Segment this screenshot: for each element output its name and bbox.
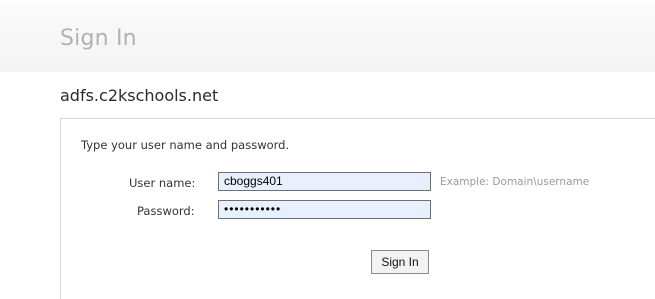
login-panel: Type your user name and password. User n… bbox=[60, 118, 655, 299]
password-label: Password: bbox=[137, 204, 195, 218]
page-title: Sign In bbox=[60, 26, 137, 51]
password-input[interactable]: ••••••••••• bbox=[218, 200, 431, 219]
username-input[interactable]: cboggs401 bbox=[218, 172, 431, 191]
username-label: User name: bbox=[129, 176, 196, 190]
sign-in-button[interactable]: Sign In bbox=[371, 250, 429, 274]
login-instructions: Type your user name and password. bbox=[81, 138, 290, 152]
server-name: adfs.c2kschools.net bbox=[60, 86, 219, 105]
username-hint: Example: Domain\username bbox=[440, 176, 590, 188]
